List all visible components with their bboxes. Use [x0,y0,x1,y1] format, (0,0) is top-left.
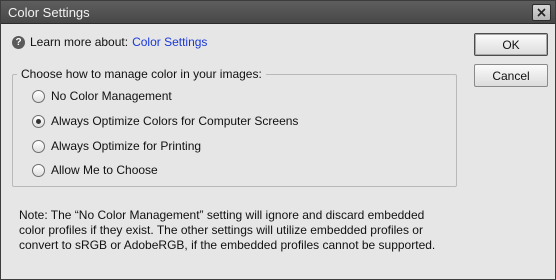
radio-label: No Color Management [51,89,172,103]
radio-optimize-printing[interactable]: Always Optimize for Printing [32,139,201,153]
color-settings-help-link[interactable]: Color Settings [132,35,207,49]
note-text: Note: The “No Color Management” setting … [19,208,459,253]
close-icon [537,8,546,17]
title-bar[interactable]: Color Settings [1,1,555,24]
learn-more-label: Learn more about: [30,35,129,49]
radio-label: Allow Me to Choose [51,163,158,177]
group-legend: Choose how to manage color in your image… [17,67,266,81]
radio-optimize-screens[interactable]: Always Optimize Colors for Computer Scre… [32,114,298,128]
radio-button[interactable] [32,163,45,177]
note-line: convert to sRGB or AdobeRGB, if the embe… [19,238,436,252]
note-line: Note: The “No Color Management” setting … [19,208,425,222]
color-settings-dialog: Color Settings ? Learn more about: Color… [0,0,556,280]
radio-no-color-management[interactable]: No Color Management [32,89,172,103]
radio-button[interactable] [32,139,45,153]
ok-button[interactable]: OK [474,33,548,56]
radio-button[interactable] [32,114,45,128]
radio-label: Always Optimize for Printing [51,139,202,153]
dialog-title: Color Settings [8,5,90,20]
radio-label: Always Optimize Colors for Computer Scre… [51,114,299,128]
radio-button[interactable] [32,89,45,103]
note-line: color profiles if they exist. The other … [19,223,423,237]
cancel-button[interactable]: Cancel [474,64,548,87]
close-button[interactable] [532,4,551,21]
question-circle-icon: ? [12,35,25,49]
radio-allow-me-to-choose[interactable]: Allow Me to Choose [32,163,158,177]
learn-more-row: ? Learn more about: Color Settings [12,35,207,49]
